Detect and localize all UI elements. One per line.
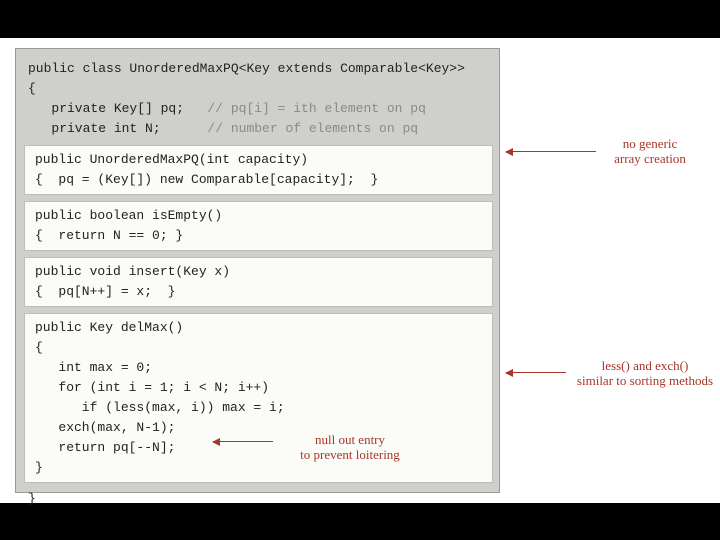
annot-2-line2: similar to sorting methods xyxy=(577,373,713,388)
code-panel: public class UnorderedMaxPQ<Key extends … xyxy=(15,48,500,493)
isempty-sig: public boolean isEmpty() xyxy=(35,206,492,226)
field-pq-decl: private Key[] pq; xyxy=(28,101,184,116)
delmax-open: { xyxy=(35,338,492,358)
generic-close: > xyxy=(457,61,465,76)
annot-3-line2: to prevent loitering xyxy=(300,447,400,462)
arrow-less-exch xyxy=(506,372,566,373)
generic-inner2: <Key> xyxy=(418,61,457,76)
delmax-l2: for (int i = 1; i < N; i++) xyxy=(35,378,492,398)
isempty-body: { return N == 0; } xyxy=(35,226,492,246)
class-open-brace: { xyxy=(28,79,491,99)
annot-1-line2: array creation xyxy=(614,151,686,166)
class-sig-prefix: public class UnorderedMaxPQ xyxy=(28,61,239,76)
annot-3-line1: null out entry xyxy=(315,432,385,447)
delmax-l4: exch(max, N-1); xyxy=(35,418,492,438)
delmax-sig: public Key delMax() xyxy=(35,318,492,338)
delmax-block: public Key delMax() { int max = 0; for (… xyxy=(24,313,493,483)
insert-body: { pq[N++] = x; } xyxy=(35,282,492,302)
arrow-no-generic xyxy=(506,151,596,152)
generic-inner: Key extends Comparable xyxy=(246,61,418,76)
ctor-sig: public UnorderedMaxPQ(int capacity) xyxy=(35,150,492,170)
class-signature: public class UnorderedMaxPQ<Key extends … xyxy=(28,59,491,79)
annot-1-line1: no generic xyxy=(623,136,678,151)
delmax-l1: int max = 0; xyxy=(35,358,492,378)
constructor-block: public UnorderedMaxPQ(int capacity) { pq… xyxy=(24,145,493,195)
slide-canvas: public class UnorderedMaxPQ<Key extends … xyxy=(0,38,720,503)
ctor-body: { pq = (Key[]) new Comparable[capacity];… xyxy=(35,170,492,190)
delmax-close: } xyxy=(35,458,492,478)
field-n-comment: // number of elements on pq xyxy=(161,121,418,136)
isempty-block: public boolean isEmpty() { return N == 0… xyxy=(24,201,493,251)
class-close-brace: } xyxy=(28,489,491,509)
field-pq: private Key[] pq; // pq[i] = ith element… xyxy=(28,99,491,119)
field-n: private int N; // number of elements on … xyxy=(28,119,491,139)
arrow-null-out xyxy=(213,441,273,442)
annotation-no-generic: no generic array creation xyxy=(600,136,700,166)
insert-block: public void insert(Key x) { pq[N++] = x;… xyxy=(24,257,493,307)
field-pq-comment: // pq[i] = ith element on pq xyxy=(184,101,426,116)
field-n-decl: private int N; xyxy=(28,121,161,136)
annot-2-line1: less() and exch() xyxy=(602,358,689,373)
insert-sig: public void insert(Key x) xyxy=(35,262,492,282)
annotation-less-exch: less() and exch() similar to sorting met… xyxy=(570,358,720,388)
delmax-l3: if (less(max, i)) max = i; xyxy=(35,398,492,418)
annotation-null-out: null out entry to prevent loitering xyxy=(280,432,420,462)
